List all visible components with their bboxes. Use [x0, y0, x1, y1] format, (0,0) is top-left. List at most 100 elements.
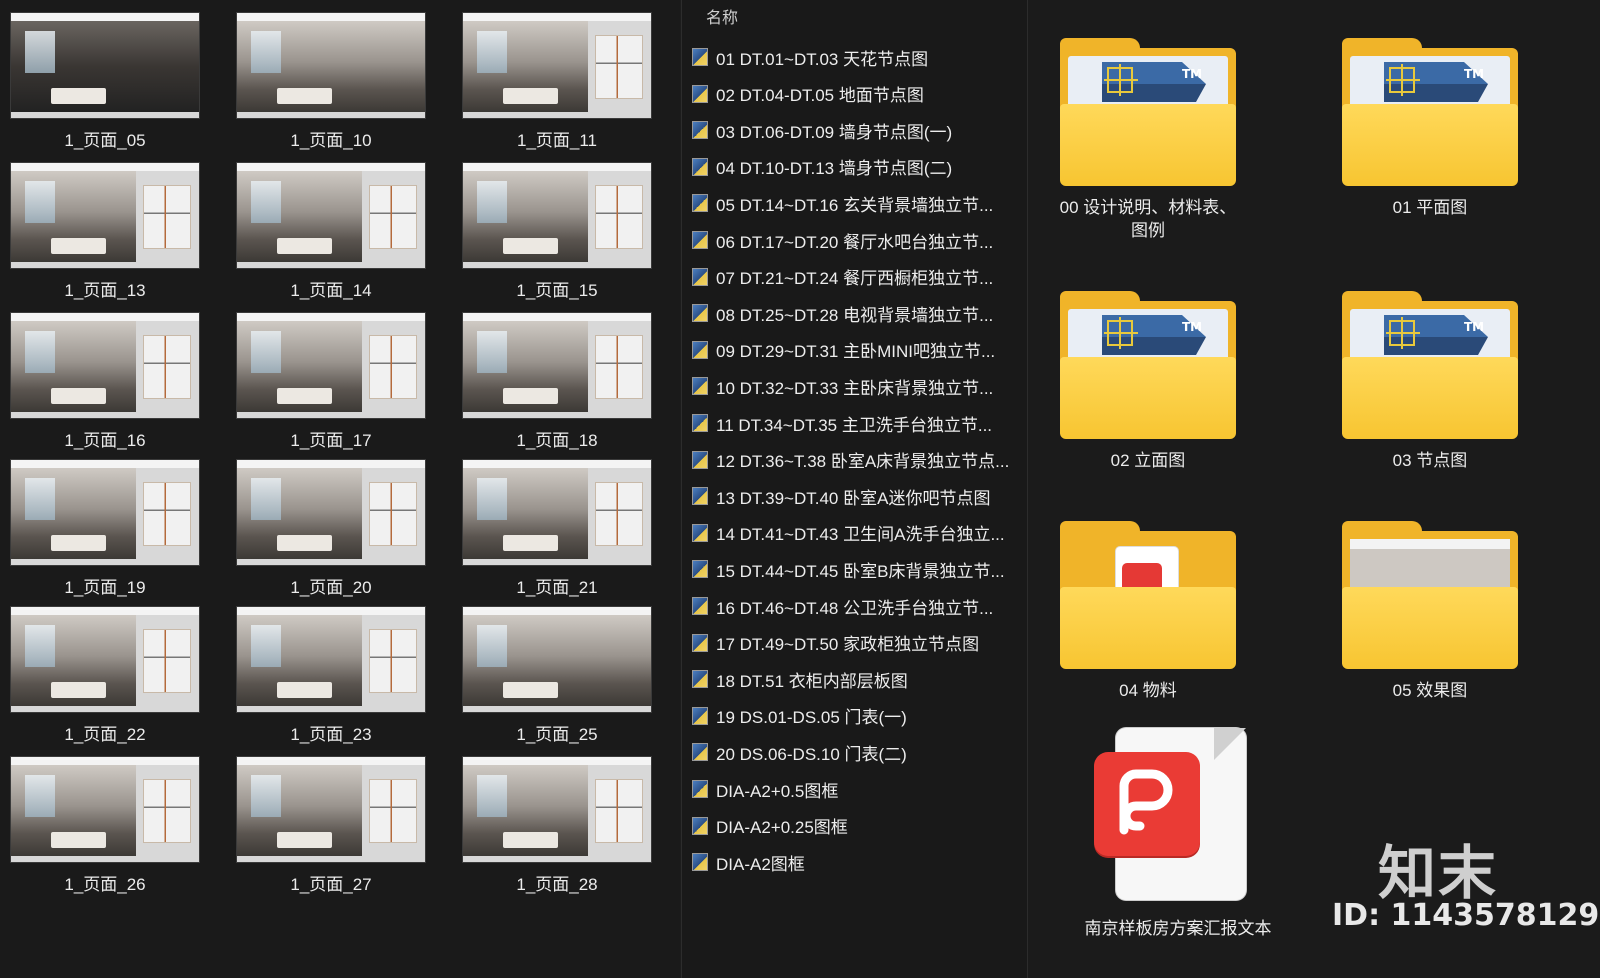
file-list-item[interactable]: 18 DT.51 衣柜内部层板图: [692, 664, 1022, 694]
file-list-item[interactable]: 17 DT.49~DT.50 家政柜独立节点图: [692, 628, 1022, 658]
thumbnail-label: 1_页面_05: [64, 131, 146, 150]
thumbnail-item[interactable]: 1_页面_16: [0, 300, 210, 460]
file-list-item[interactable]: 14 DT.41~DT.43 卫生间A洗手台独立...: [692, 518, 1022, 548]
file-list-item[interactable]: 02 DT.04-DT.05 地面节点图: [692, 79, 1022, 109]
thumbnail-image: [462, 162, 652, 269]
dwg-file-icon: [692, 340, 708, 359]
file-list-item[interactable]: 09 DT.29~DT.31 主卧MINI吧独立节...: [692, 335, 1022, 365]
file-name: 19 DS.01-DS.05 门表(一): [716, 708, 907, 728]
file-list-item[interactable]: DIA-A2+0.25图框: [692, 811, 1022, 841]
folder-label-line1: 02 立面图: [1110, 451, 1186, 470]
cad-folder-icon: TM: [1342, 38, 1518, 188]
pdf-logo-icon: [1094, 752, 1200, 856]
dwg-file-icon: [692, 633, 708, 652]
file-list-item[interactable]: DIA-A2图框: [692, 847, 1022, 877]
folder-pane: 南京样板房方案汇报文本 TM 00 设计说明、材料表、 图例 TM 01 平面图 TM 02…: [1028, 0, 1600, 978]
file-name: 04 DT.10-DT.13 墙身节点图(二): [716, 159, 953, 179]
file-list-item[interactable]: 10 DT.32~DT.33 主卧床背景独立节...: [692, 371, 1022, 401]
thumbnail-item[interactable]: 1_页面_19: [0, 447, 210, 607]
folder-label-line1: 00 设计说明、材料表、: [1059, 198, 1237, 217]
thumbnail-label: 1_页面_25: [516, 725, 598, 744]
file-list-item[interactable]: 04 DT.10-DT.13 墙身节点图(二): [692, 152, 1022, 182]
folder-item[interactable]: TM 01 平面图: [1310, 22, 1550, 252]
thumbnail-image: [236, 312, 426, 419]
dwg-file-icon: [692, 780, 708, 798]
file-name: 06 DT.17~DT.20 餐厅水吧台独立节...: [716, 232, 994, 252]
file-name: 02 DT.04-DT.05 地面节点图: [716, 86, 924, 106]
thumbnail-image: [462, 312, 652, 419]
pdf-file-item[interactable]: 南京样板房方案汇报文本: [1058, 722, 1298, 952]
file-name: 16 DT.46~DT.48 公卫洗手台独立节...: [716, 598, 994, 618]
file-list-item[interactable]: 20 DS.06-DS.10 门表(二): [692, 737, 1022, 767]
thumbnail-item[interactable]: 1_页面_20: [226, 447, 436, 607]
thumbnail-item[interactable]: 1_页面_21: [452, 447, 662, 607]
file-list-item[interactable]: 07 DT.21~DT.24 餐厅西橱柜独立节...: [692, 262, 1022, 292]
file-list-item[interactable]: DIA-A2+0.5图框: [692, 774, 1022, 804]
file-list-item[interactable]: 12 DT.36~T.38 卧室A床背景独立节点...: [692, 445, 1022, 475]
dwg-file-icon: [692, 194, 708, 213]
dwg-file-icon: [692, 48, 708, 66]
trademark-label: TM: [1464, 67, 1484, 81]
cad-folder-icon: TM: [1060, 38, 1236, 188]
folder-label: 05 效果图: [1310, 679, 1550, 702]
thumbnail-item[interactable]: 1_页面_18: [452, 300, 662, 460]
file-list-item[interactable]: 11 DT.34~DT.35 主卫洗手台独立节...: [692, 408, 1022, 438]
thumbnail-item[interactable]: 1_页面_17: [226, 300, 436, 460]
file-list-item[interactable]: 08 DT.25~DT.28 电视背景墙独立节...: [692, 298, 1022, 328]
trademark-label: TM: [1182, 320, 1202, 334]
thumbnail-label: 1_页面_23: [290, 725, 372, 744]
file-list-item[interactable]: 01 DT.01~DT.03 天花节点图: [692, 42, 1022, 72]
thumbnail-label: 1_页面_15: [516, 281, 598, 300]
folder-label-line1: 01 平面图: [1392, 198, 1468, 217]
thumbnail-item[interactable]: 1_页面_10: [226, 0, 436, 160]
thumbnail-item[interactable]: 1_页面_22: [0, 594, 210, 754]
dwg-file-icon: [692, 706, 708, 725]
thumbnail-item[interactable]: 1_页面_11: [452, 0, 662, 160]
thumbnail-label: 1_页面_28: [516, 875, 598, 894]
file-list-item[interactable]: 06 DT.17~DT.20 餐厅水吧台独立节...: [692, 225, 1022, 255]
cad-logo-icon: TM: [1384, 315, 1488, 355]
column-header-name[interactable]: 名称: [706, 4, 738, 28]
thumbnail-item[interactable]: 1_页面_23: [226, 594, 436, 754]
image-folder-icon: [1342, 521, 1518, 671]
dwg-file-icon: [692, 487, 708, 506]
file-list-item[interactable]: 13 DT.39~DT.40 卧室A迷你吧节点图: [692, 481, 1022, 511]
thumbnail-item[interactable]: 1_页面_13: [0, 150, 210, 310]
file-name: 20 DS.06-DS.10 门表(二): [716, 744, 907, 764]
thumbnail-item[interactable]: 1_页面_28: [452, 744, 662, 904]
thumbnail-image: [10, 12, 200, 119]
thumbnail-image: [10, 606, 200, 713]
file-name: 05 DT.14~DT.16 玄关背景墙独立节...: [716, 195, 994, 215]
file-list-item[interactable]: 15 DT.44~DT.45 卧室B床背景独立节...: [692, 554, 1022, 584]
file-list-item[interactable]: 16 DT.46~DT.48 公卫洗手台独立节...: [692, 591, 1022, 621]
folder-item[interactable]: TM 02 立面图: [1028, 275, 1268, 505]
thumbnail-item[interactable]: 1_页面_14: [226, 150, 436, 310]
thumbnail-item[interactable]: 1_页面_27: [226, 744, 436, 904]
folder-item[interactable]: TM 00 设计说明、材料表、 图例: [1028, 22, 1268, 252]
folder-label-line1: 05 效果图: [1392, 681, 1468, 700]
thumbnail-item[interactable]: 1_页面_25: [452, 594, 662, 754]
file-name: DIA-A2图框: [716, 854, 805, 874]
thumbnail-image: [462, 459, 652, 566]
cad-folder-icon: TM: [1342, 291, 1518, 441]
sort-caret-icon[interactable]: ^: [858, 0, 868, 5]
folder-label: 04 物料: [1028, 679, 1268, 702]
trademark-label: TM: [1464, 320, 1484, 334]
thumbnail-item[interactable]: 1_页面_05: [0, 0, 210, 160]
folder-item[interactable]: 04 物料: [1028, 505, 1268, 735]
thumbnail-label: 1_页面_22: [64, 725, 146, 744]
thumbnail-item[interactable]: 1_页面_15: [452, 150, 662, 310]
thumbnail-image: [236, 162, 426, 269]
thumbnail-image: [236, 459, 426, 566]
cad-folder-icon: TM: [1060, 291, 1236, 441]
file-list-item[interactable]: 03 DT.06-DT.09 墙身节点图(一): [692, 115, 1022, 145]
dwg-file-icon: [692, 743, 708, 762]
folder-item[interactable]: TM 03 节点图: [1310, 275, 1550, 505]
folder-item[interactable]: 05 效果图: [1310, 505, 1550, 735]
file-list-item[interactable]: 19 DS.01-DS.05 门表(一): [692, 701, 1022, 731]
file-name: 12 DT.36~T.38 卧室A床背景独立节点...: [716, 452, 1010, 472]
thumbnail-image: [10, 312, 200, 419]
file-list-item[interactable]: 05 DT.14~DT.16 玄关背景墙独立节...: [692, 188, 1022, 218]
thumbnail-item[interactable]: 1_页面_26: [0, 744, 210, 904]
pdf-file-label: 南京样板房方案汇报文本: [1084, 919, 1272, 938]
